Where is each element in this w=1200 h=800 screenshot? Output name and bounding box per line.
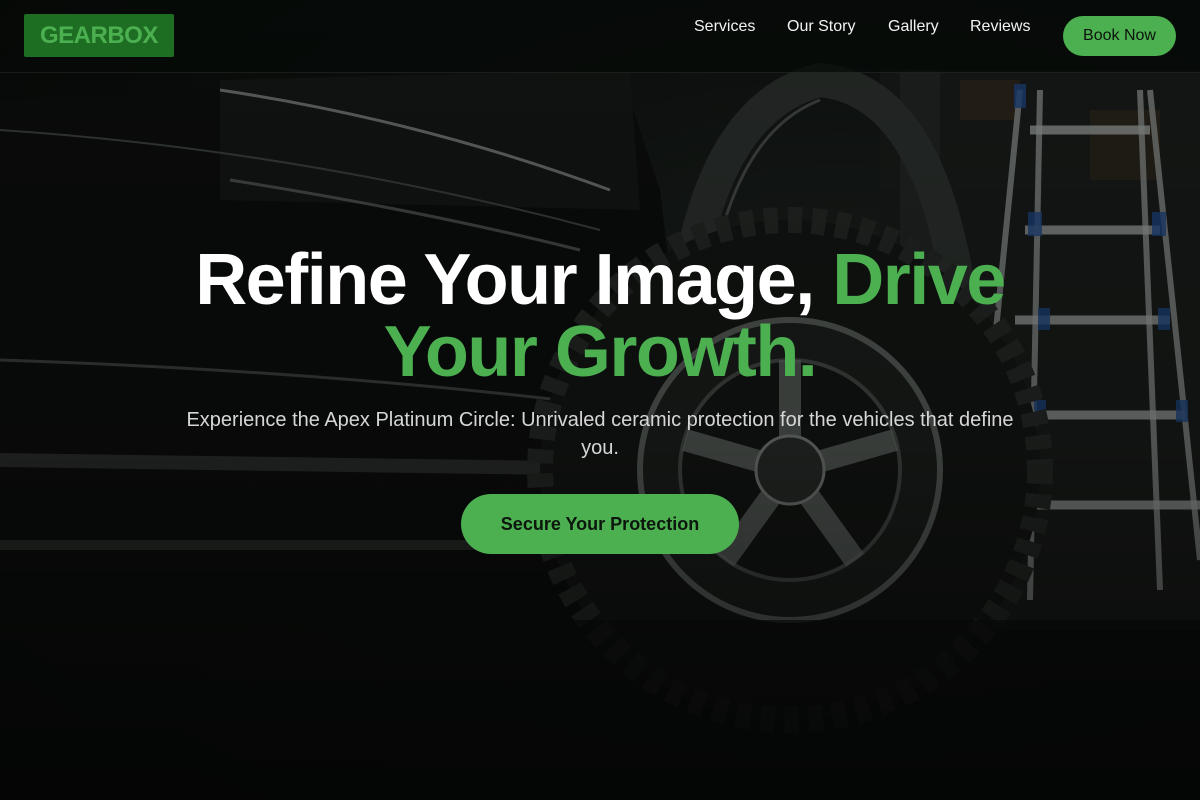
nav-link-our-story[interactable]: Our Story — [787, 18, 855, 36]
hero-title-main: Refine Your Image, — [195, 240, 833, 320]
logo-text: GEARBOX — [40, 21, 158, 49]
hero-title: Refine Your Image, Drive Your Growth. — [150, 244, 1050, 388]
nav-link-services[interactable]: Services — [694, 18, 755, 36]
book-now-button[interactable]: Book Now — [1063, 16, 1176, 56]
brand-logo[interactable]: GEARBOX — [24, 14, 174, 57]
nav-link-reviews[interactable]: Reviews — [970, 18, 1030, 36]
secure-protection-button[interactable]: Secure Your Protection — [461, 494, 739, 554]
hero-subtitle: Experience the Apex Platinum Circle: Unr… — [186, 409, 1014, 459]
hero-background-image — [0, 0, 1200, 800]
site-header: GEARBOX Services Our Story Gallery Revie… — [0, 0, 1200, 73]
nav-link-gallery[interactable]: Gallery — [888, 18, 939, 36]
